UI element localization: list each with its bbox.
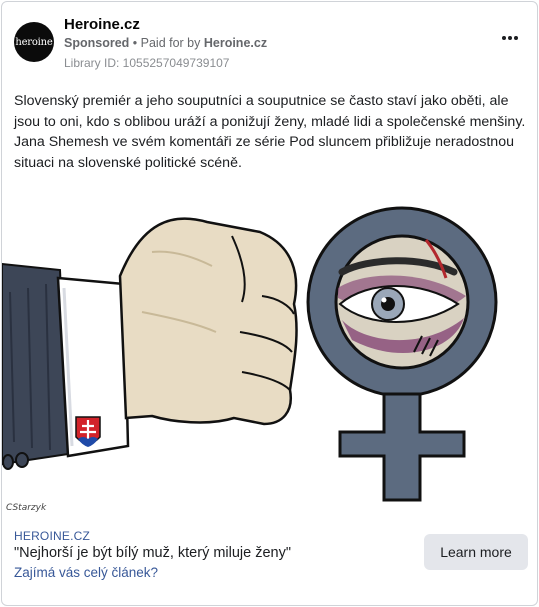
- link-description[interactable]: Zajímá vás celý článek?: [14, 565, 158, 580]
- link-title[interactable]: "Nejhorší je být bílý muž, který miluje …: [14, 545, 291, 561]
- female-symbol: [306, 206, 498, 502]
- page-avatar[interactable]: heroine: [14, 22, 54, 62]
- sponsored-label: Sponsored: [64, 36, 130, 50]
- paid-for-prefix: Paid for by: [140, 36, 204, 50]
- ad-header: heroine Heroine.cz Sponsored • Paid for …: [14, 14, 525, 74]
- separator-dot: •: [129, 36, 141, 50]
- learn-more-button[interactable]: Learn more: [424, 534, 528, 570]
- paid-for-name[interactable]: Heroine.cz: [204, 36, 267, 50]
- library-id: Library ID: 1055257049739107: [64, 56, 230, 70]
- sleeve-button: [15, 452, 29, 468]
- link-domain: HEROINE.CZ: [14, 529, 91, 543]
- ad-image[interactable]: CStarzyk: [2, 192, 537, 517]
- link-preview[interactable]: HEROINE.CZ "Nejhorší je být bílý muž, kt…: [2, 522, 537, 605]
- cartoonist-signature: CStarzyk: [6, 503, 47, 513]
- cartoon-illustration: CStarzyk: [2, 206, 498, 513]
- ad-card: heroine Heroine.cz Sponsored • Paid for …: [1, 1, 538, 606]
- more-options-icon[interactable]: [497, 28, 523, 48]
- fist: [118, 217, 298, 426]
- post-text: Slovenský premiér a jeho souputníci a so…: [14, 93, 526, 171]
- sleeve-button: [2, 454, 14, 470]
- page-name-link[interactable]: Heroine.cz: [64, 16, 140, 33]
- avatar-text: heroine: [15, 36, 53, 48]
- sponsor-line: Sponsored • Paid for by Heroine.cz: [64, 36, 267, 50]
